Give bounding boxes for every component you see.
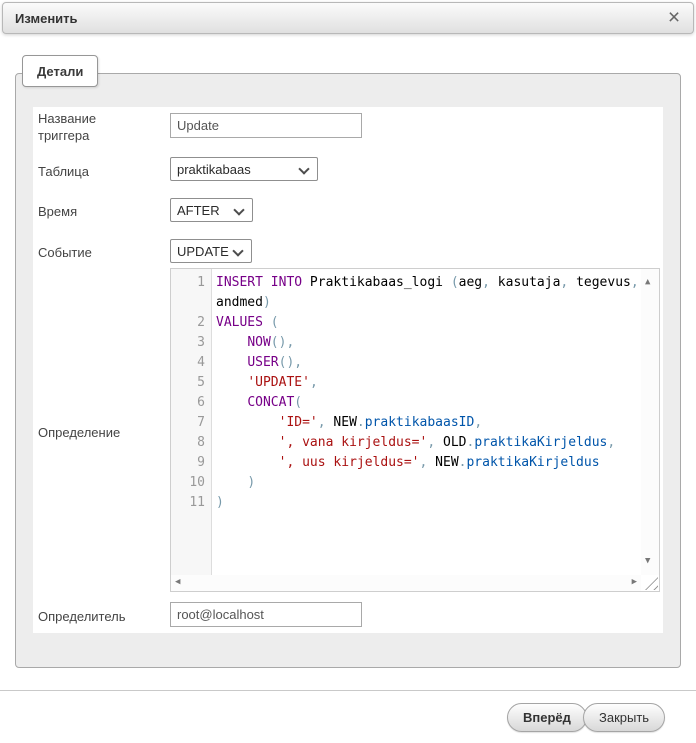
code-text: andmed)	[212, 293, 271, 313]
code-text: INSERT INTO Praktikabaas_logi (aeg, kasu…	[212, 273, 639, 293]
code-line: 7 'ID=', NEW.praktikabaasID,	[171, 413, 639, 433]
definer-label: Определитель	[38, 608, 126, 625]
table-select[interactable]: praktikabaas	[170, 157, 318, 181]
definer-input[interactable]	[170, 602, 362, 627]
code-line: 2VALUES (	[171, 313, 639, 333]
scroll-left-icon[interactable]: ◀	[175, 578, 180, 587]
scroll-right-icon[interactable]: ▶	[632, 578, 637, 587]
line-number: 2	[171, 313, 212, 333]
dialog-titlebar: Изменить ×	[2, 2, 694, 34]
line-number	[171, 293, 212, 313]
code-text: )	[212, 473, 255, 493]
code-rows: 1INSERT INTO Praktikabaas_logi (aeg, kas…	[171, 273, 639, 513]
scroll-down-icon[interactable]: ▼	[645, 557, 650, 566]
code-text: NOW(),	[212, 333, 294, 353]
close-button[interactable]: Закрыть	[583, 703, 665, 732]
vertical-scrollbar[interactable]: ▲ ▼	[641, 269, 659, 575]
code-line: 11)	[171, 493, 639, 513]
code-line: andmed)	[171, 293, 639, 313]
definition-label: Определение	[38, 424, 120, 441]
line-number: 6	[171, 393, 212, 413]
code-text: 'UPDATE',	[212, 373, 318, 393]
table-select-value: praktikabaas	[177, 162, 251, 177]
line-number: 11	[171, 493, 212, 513]
code-text: ', vana kirjeldus=', OLD.praktikaKirjeld…	[212, 433, 615, 453]
code-line: 3 NOW(),	[171, 333, 639, 353]
table-label: Таблица	[38, 163, 89, 180]
chevron-down-icon	[298, 163, 309, 174]
code-line: 10 )	[171, 473, 639, 493]
line-number: 4	[171, 353, 212, 373]
code-line: 8 ', vana kirjeldus=', OLD.praktikaKirje…	[171, 433, 639, 453]
tab-details: Детали	[22, 55, 98, 87]
code-text: USER(),	[212, 353, 302, 373]
chevron-down-icon	[232, 245, 243, 256]
trigger-name-input[interactable]	[170, 113, 362, 138]
code-line: 5 'UPDATE',	[171, 373, 639, 393]
code-text: CONCAT(	[212, 393, 302, 413]
line-number: 7	[171, 413, 212, 433]
time-select-value: AFTER	[177, 203, 220, 218]
scroll-up-icon[interactable]: ▲	[645, 278, 650, 287]
code-line: 1INSERT INTO Praktikabaas_logi (aeg, kas…	[171, 273, 639, 293]
chevron-down-icon	[233, 204, 244, 215]
trigger-name-label: Название триггера	[38, 110, 138, 144]
horizontal-scrollbar[interactable]: ◀ ▶	[171, 575, 641, 591]
time-label: Время	[38, 203, 77, 220]
line-number: 9	[171, 453, 212, 473]
event-select-value: UPDATE	[177, 244, 229, 259]
code-line: 6 CONCAT(	[171, 393, 639, 413]
definition-editor[interactable]: 1INSERT INTO Praktikabaas_logi (aeg, kas…	[170, 268, 660, 592]
line-number: 5	[171, 373, 212, 393]
footer-divider	[0, 690, 696, 691]
close-icon[interactable]: ×	[661, 6, 687, 30]
event-label: Событие	[38, 244, 92, 261]
line-number: 10	[171, 473, 212, 493]
code-text: VALUES (	[212, 313, 279, 333]
line-number: 3	[171, 333, 212, 353]
code-line: 9 ', uus kirjeldus=', NEW.praktikaKirjel…	[171, 453, 639, 473]
line-number: 1	[171, 273, 212, 293]
dialog-title: Изменить	[15, 11, 78, 26]
event-select[interactable]: UPDATE	[170, 239, 252, 263]
code-text: )	[212, 493, 224, 513]
code-text: ', uus kirjeldus=', NEW.praktikaKirjeldu…	[212, 453, 600, 473]
code-text: 'ID=', NEW.praktikabaasID,	[212, 413, 482, 433]
resize-handle-icon[interactable]	[645, 577, 658, 590]
time-select[interactable]: AFTER	[170, 198, 253, 222]
edit-trigger-dialog: Изменить × Детали Название триггера Табл…	[0, 0, 696, 743]
code-line: 4 USER(),	[171, 353, 639, 373]
line-number: 8	[171, 433, 212, 453]
go-button[interactable]: Вперёд	[507, 703, 587, 732]
